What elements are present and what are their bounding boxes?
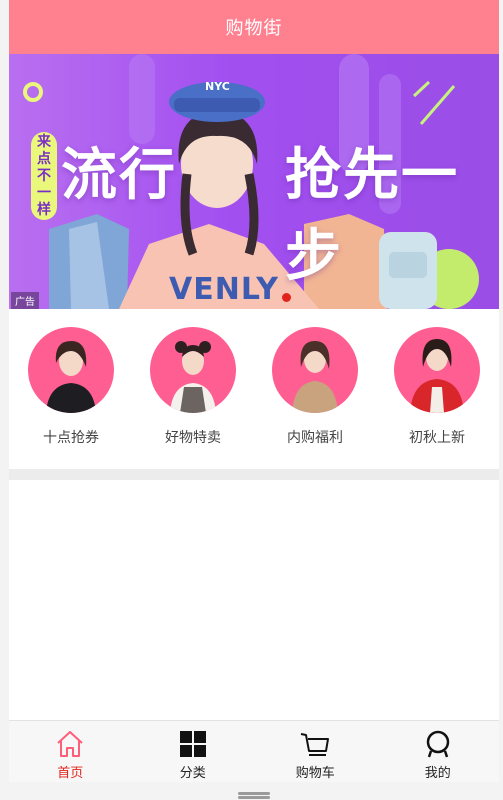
model-photo-icon xyxy=(410,339,464,413)
top-navbar: 购物街 xyxy=(9,0,499,54)
home-icon xyxy=(57,731,83,757)
bottom-tab-bar: 首页 分类 购物车 我的 xyxy=(9,720,499,782)
app-frame: 购物街 流行 抢先一步 NYC VENLY 来 点 不 一 样 广告 十点抢券 … xyxy=(9,0,499,782)
cart-icon xyxy=(301,733,330,756)
shortcut-item[interactable]: 初秋上新 xyxy=(382,327,492,447)
shirt-print-text: VENLY xyxy=(169,272,279,307)
model-photo-icon xyxy=(292,341,338,413)
shortcut-avatar[interactable] xyxy=(394,327,480,413)
shortcut-item[interactable]: 内购福利 xyxy=(260,327,370,447)
shortcut-label: 内购福利 xyxy=(287,430,343,446)
shortcut-grid: 十点抢券 好物特卖 内购福利 初秋上新 xyxy=(9,309,499,469)
model-photo-icon xyxy=(46,341,96,413)
shortcut-avatar[interactable] xyxy=(28,327,114,413)
shortcut-item[interactable]: 十点抢券 xyxy=(16,327,126,447)
home-indicator[interactable] xyxy=(238,792,270,795)
shortcut-label: 好物特卖 xyxy=(165,430,221,446)
banner-slogan-left: 流行 xyxy=(61,143,177,208)
home-indicator-line xyxy=(238,796,270,799)
section-divider xyxy=(9,469,499,480)
banner-tagline: 来 点 不 一 样 xyxy=(31,132,57,220)
tab-label: 分类 xyxy=(179,766,206,781)
shortcut-label: 十点抢券 xyxy=(43,430,99,446)
model-photo-icon xyxy=(170,341,216,413)
tab-profile[interactable]: 我的 xyxy=(377,721,500,782)
tab-label: 首页 xyxy=(57,766,84,781)
shortcut-avatar[interactable] xyxy=(150,327,236,413)
shortcut-item[interactable]: 好物特卖 xyxy=(138,327,248,447)
cap-logo-text: NYC xyxy=(205,80,230,93)
tab-cart[interactable]: 购物车 xyxy=(254,721,377,782)
tagline-char: 一 xyxy=(37,184,51,201)
carousel-indicator-dot[interactable] xyxy=(282,293,291,302)
tagline-char: 样 xyxy=(37,201,51,218)
tab-category[interactable]: 分类 xyxy=(132,721,255,782)
tab-label: 我的 xyxy=(424,766,451,781)
tab-label: 购物车 xyxy=(295,766,335,781)
promo-banner[interactable]: 流行 抢先一步 NYC VENLY 来 点 不 一 样 广告 xyxy=(9,54,499,309)
ad-badge: 广告 xyxy=(11,292,39,309)
tagline-char: 不 xyxy=(37,167,51,184)
shortcut-label: 初秋上新 xyxy=(409,430,465,446)
tab-home[interactable]: 首页 xyxy=(9,721,132,782)
tagline-char: 点 xyxy=(37,150,51,167)
banner-slogan-right: 抢先一步 xyxy=(285,143,459,289)
page-title: 购物街 xyxy=(225,18,283,39)
shortcut-avatar[interactable] xyxy=(272,327,358,413)
category-grid-icon xyxy=(179,731,206,757)
tagline-char: 来 xyxy=(37,133,51,150)
profile-icon xyxy=(426,730,449,758)
